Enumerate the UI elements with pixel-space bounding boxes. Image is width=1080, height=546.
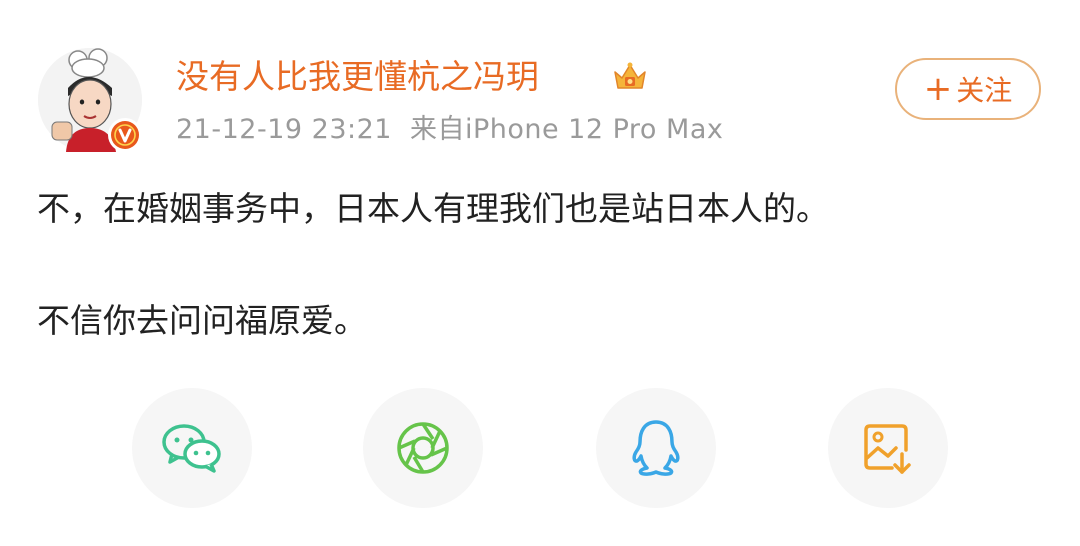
share-wechat-button[interactable] bbox=[132, 388, 252, 508]
save-image-button[interactable] bbox=[828, 388, 948, 508]
post-meta: 21-12-19 23:21 来自iPhone 12 Pro Max bbox=[176, 110, 723, 150]
crown-icon bbox=[612, 60, 648, 96]
follow-label: 关注 bbox=[956, 74, 1013, 107]
post-text-line: 不，在婚姻事务中，日本人有理我们也是站日本人的。 bbox=[37, 189, 829, 228]
post-text-line: 不信你去问问福原爱。 bbox=[37, 301, 367, 340]
weibo-post: 没有人比我更懂杭之冯玥 21-12-19 23:21 来自iPhone 12 Pr… bbox=[0, 0, 1080, 546]
follow-button[interactable]: + 关注 bbox=[895, 58, 1041, 120]
post-source: 来自iPhone 12 Pro Max bbox=[409, 114, 724, 145]
verified-badge bbox=[108, 118, 142, 152]
wechat-icon bbox=[162, 424, 221, 473]
qq-icon bbox=[632, 420, 680, 476]
moments-icon bbox=[397, 422, 449, 474]
share-qq-button[interactable] bbox=[596, 388, 716, 508]
post-timestamp: 21-12-19 23:21 bbox=[176, 114, 392, 145]
save-image-icon bbox=[864, 424, 911, 474]
plus-icon: + bbox=[923, 69, 953, 109]
verified-v-icon bbox=[111, 121, 139, 149]
share-moments-button[interactable] bbox=[363, 388, 483, 508]
author-name[interactable]: 没有人比我更懂杭之冯玥 bbox=[176, 54, 539, 100]
